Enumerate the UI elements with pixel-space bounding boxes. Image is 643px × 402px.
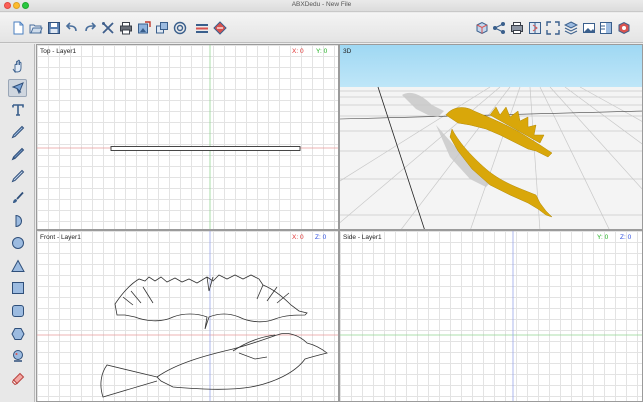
window-title: ABXDedu - New File [291, 1, 352, 8]
viewport-side[interactable]: Side - Layer1 Y: 0 Z: 0 [339, 230, 643, 402]
rounded-square-icon[interactable] [8, 302, 27, 320]
stamp-icon[interactable] [8, 347, 27, 365]
share-icon[interactable] [491, 19, 507, 36]
side-view-canvas [340, 231, 642, 401]
front-view-canvas [37, 231, 338, 401]
split-view-icon[interactable] [527, 19, 543, 36]
settings-cube-icon[interactable] [616, 19, 632, 36]
sky [340, 45, 642, 87]
diamond-arrows-icon[interactable] [212, 19, 228, 36]
ground-plane [340, 87, 642, 229]
pen-nib-icon[interactable] [8, 145, 27, 163]
open-folder-icon[interactable] [28, 19, 44, 36]
layers-list-icon[interactable] [194, 19, 210, 36]
stack-layers-icon[interactable] [563, 19, 579, 36]
pencil-icon[interactable] [8, 167, 27, 185]
viewport-label-3d: 3D [343, 48, 352, 55]
x-coordinate: X: 0 [292, 48, 304, 55]
eraser-icon[interactable] [8, 370, 27, 388]
half-circle-icon[interactable] [8, 212, 27, 230]
hand-icon[interactable] [8, 57, 27, 75]
redo-icon[interactable] [82, 19, 98, 36]
tools-sidebar [0, 44, 35, 402]
viewport-label-front: Front - Layer1 [40, 234, 81, 241]
select-arrow-icon[interactable] [8, 79, 27, 97]
panels-icon[interactable] [598, 19, 614, 36]
save-icon[interactable] [46, 19, 62, 36]
copy-layers-icon[interactable] [154, 19, 170, 36]
top-view-shape[interactable] [110, 146, 301, 151]
image-import-icon[interactable] [136, 19, 152, 36]
new-file-icon[interactable] [10, 19, 26, 36]
app-window: ABXDedu - New File Top - Layer1 X: 0 Y: … [0, 0, 643, 402]
square-icon[interactable] [8, 279, 27, 297]
y-coordinate: Y: 0 [597, 234, 609, 241]
circle-icon[interactable] [8, 234, 27, 252]
fit-view-icon[interactable] [545, 19, 561, 36]
front-bird-body[interactable] [100, 333, 328, 398]
printer-3d-icon[interactable] [509, 19, 525, 36]
viewport-3d[interactable]: 3D [339, 44, 643, 230]
target-icon[interactable] [172, 19, 188, 36]
print-icon[interactable] [118, 19, 134, 36]
y-coordinate: Y: 0 [316, 48, 328, 55]
title-bar: ABXDedu - New File [0, 0, 643, 12]
front-bird-outline[interactable] [114, 274, 308, 330]
box-view-icon[interactable] [474, 19, 490, 36]
3d-view-canvas [340, 45, 642, 229]
picture-icon[interactable] [581, 19, 597, 36]
viewport-top[interactable]: Top - Layer1 X: 0 Y: 0 [36, 44, 339, 230]
x-coordinate: X: 0 [292, 234, 304, 241]
viewport-front[interactable]: Front - Layer1 X: 0 Z: 0 [36, 230, 339, 402]
top-view-canvas [37, 45, 338, 229]
brush-icon[interactable] [8, 189, 27, 207]
text-tool-icon[interactable] [8, 101, 27, 119]
tools-icon[interactable] [100, 19, 116, 36]
triangle-icon[interactable] [8, 257, 27, 275]
z-coordinate: Z: 0 [315, 234, 327, 241]
undo-icon[interactable] [64, 19, 80, 36]
viewport-label-top: Top - Layer1 [40, 48, 77, 55]
main-toolbar [0, 13, 643, 43]
hexagon-icon[interactable] [8, 325, 27, 343]
pen-icon[interactable] [8, 123, 27, 141]
viewport-label-side: Side - Layer1 [343, 234, 382, 241]
z-coordinate: Z: 0 [620, 234, 632, 241]
